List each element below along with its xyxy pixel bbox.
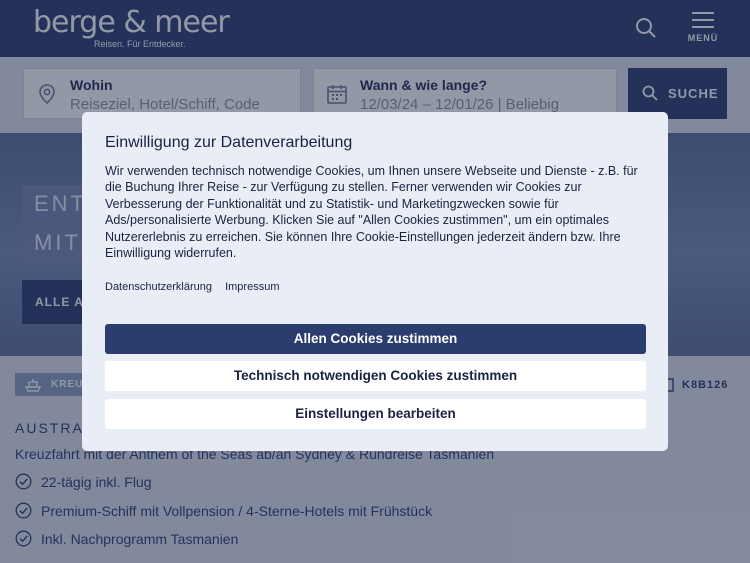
dialog-title: Einwilligung zur Datenverarbeitung [105, 134, 353, 151]
accept-all-cookies-button[interactable]: Allen Cookies zustimmen [105, 324, 646, 354]
dialog-text: Wir verwenden technisch notwendige Cooki… [105, 164, 638, 261]
cookie-consent-dialog: Einwilligung zur Datenverarbeitung Wir v… [82, 112, 668, 451]
dialog-links: Datenschutzerklärung Impressum [105, 281, 646, 293]
edit-settings-button[interactable]: Einstellungen bearbeiten [105, 399, 646, 429]
privacy-policy-link[interactable]: Datenschutzerklärung [105, 281, 212, 293]
accept-necessary-cookies-button[interactable]: Technisch notwendigen Cookies zustimmen [105, 361, 646, 391]
imprint-link[interactable]: Impressum [225, 281, 279, 293]
